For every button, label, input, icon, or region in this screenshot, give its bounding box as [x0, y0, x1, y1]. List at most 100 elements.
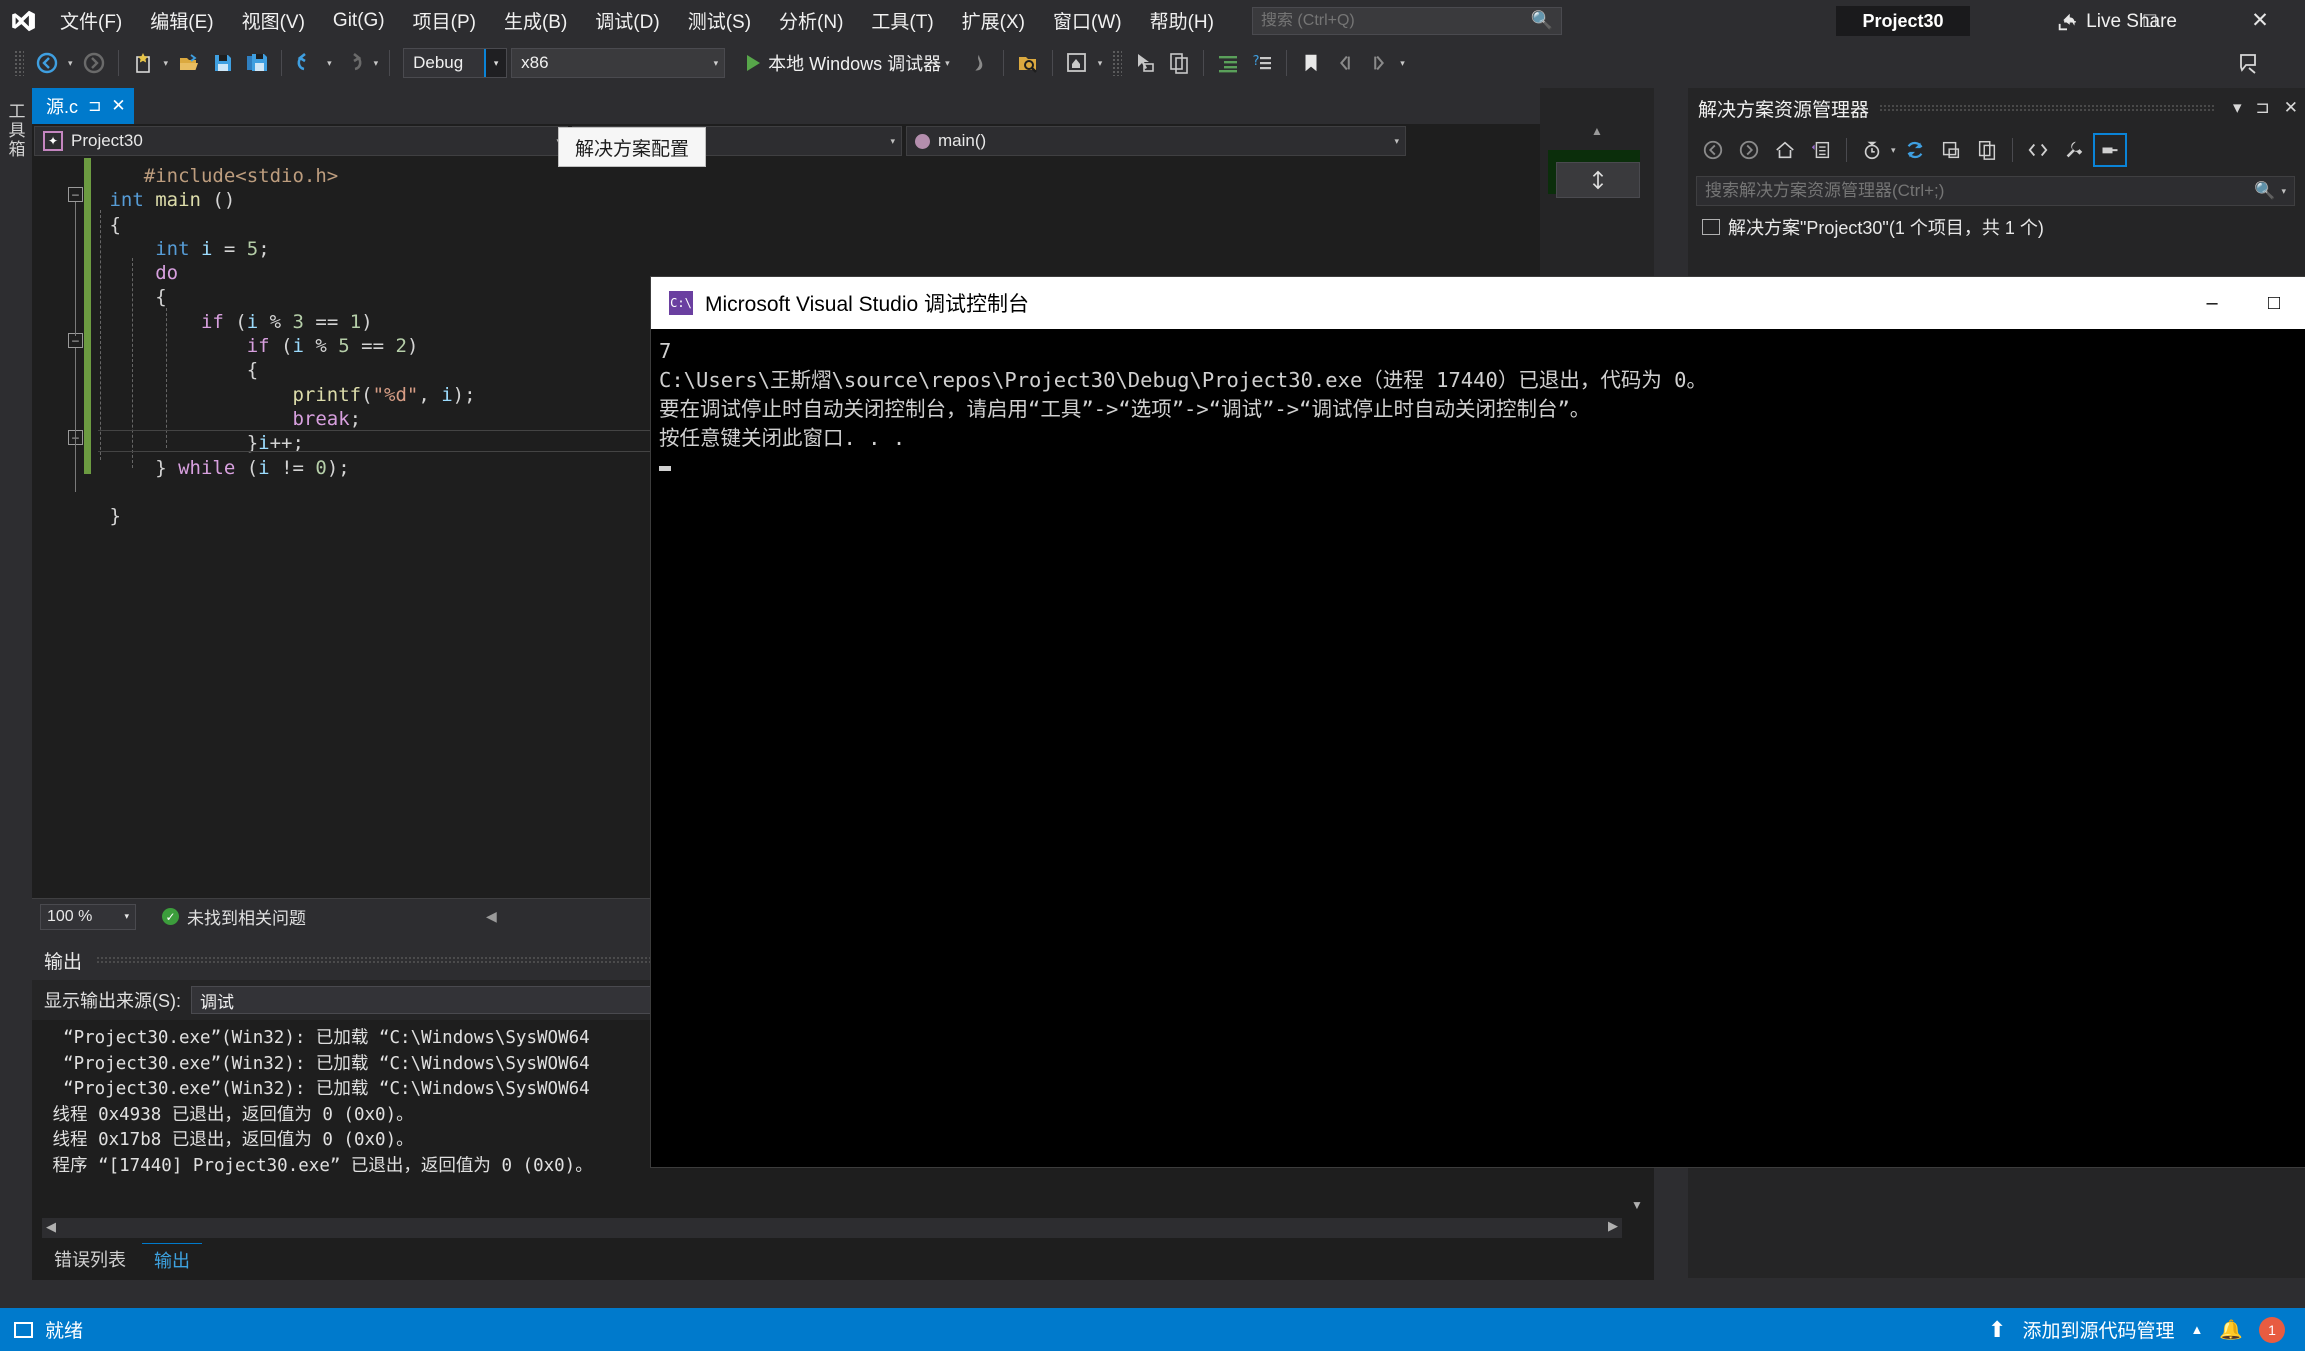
navbar-member-combo[interactable]: main() ▾: [906, 126, 1406, 156]
save-all-icon[interactable]: [240, 46, 274, 80]
toolbox-tab[interactable]: 工具箱: [0, 88, 30, 1238]
navigate-back-icon[interactable]: [30, 46, 64, 80]
comment-icon[interactable]: ?: [1245, 46, 1279, 80]
start-debugging-dropdown[interactable]: ▾: [941, 58, 954, 69]
search-icon[interactable]: 🔍: [2254, 181, 2275, 201]
menu-help[interactable]: 帮助(H): [1136, 0, 1228, 41]
upload-icon[interactable]: ⬆: [1988, 1317, 2006, 1343]
scroll-left-arrow-icon[interactable]: ◀: [42, 1219, 56, 1234]
live-share-button[interactable]: Live Share: [2046, 6, 2187, 38]
output-horizontal-scrollbar[interactable]: ◀ ▶: [42, 1218, 1622, 1238]
chevron-up-icon[interactable]: ▲: [2190, 1322, 2203, 1337]
solution-platform-combo[interactable]: x86 ▾: [511, 48, 726, 78]
tab-error-list[interactable]: 错误列表: [42, 1243, 138, 1275]
solution-explorer-search-input[interactable]: [1705, 181, 2255, 201]
toolbar-grip-2[interactable]: [1112, 50, 1123, 76]
new-file-icon[interactable]: [126, 46, 160, 80]
editor-gutter[interactable]: [32, 158, 84, 882]
menu-edit[interactable]: 编辑(E): [136, 0, 227, 41]
global-search-box[interactable]: 🔍: [1251, 6, 1562, 35]
tab-source-c[interactable]: 源.c ⊐ ✕: [32, 88, 134, 124]
copy-icon[interactable]: [1162, 46, 1196, 80]
refresh-icon[interactable]: [1898, 133, 1932, 167]
view-code-icon[interactable]: [2021, 133, 2055, 167]
bell-icon[interactable]: 🔔: [2219, 1318, 2243, 1342]
hot-reload-icon[interactable]: [962, 46, 996, 80]
scroll-down-arrow-icon[interactable]: ▼: [1626, 1198, 1648, 1212]
undo-dropdown[interactable]: ▾: [323, 58, 336, 69]
undo-icon[interactable]: [289, 46, 323, 80]
editor-hscroll-left-arrow[interactable]: ◀: [486, 908, 497, 925]
source-control-label[interactable]: 添加到源代码管理: [2022, 1316, 2174, 1343]
solution-icon[interactable]: [1804, 133, 1838, 167]
properties-icon[interactable]: [2057, 133, 2091, 167]
chevron-down-icon[interactable]: ▾: [2226, 98, 2249, 118]
preview-dropdown[interactable]: ▾: [1094, 58, 1107, 69]
bookmark-icon[interactable]: [1294, 46, 1328, 80]
menu-build[interactable]: 生成(B): [490, 0, 581, 41]
split-view-icon[interactable]: [1556, 162, 1640, 198]
save-icon[interactable]: [206, 46, 240, 80]
fold-toggle-main[interactable]: –: [68, 187, 83, 202]
redo-dropdown[interactable]: ▾: [370, 58, 383, 69]
scroll-right-arrow-icon[interactable]: ▶: [1608, 1218, 1622, 1234]
pending-changes-dropdown[interactable]: ▾: [1891, 145, 1896, 156]
menu-tools[interactable]: 工具(T): [857, 0, 947, 41]
solution-explorer-tree-root[interactable]: 解决方案"Project30"(1 个项目，共 1 个): [1688, 206, 2305, 240]
search-folder-icon[interactable]: [1011, 46, 1045, 80]
solution-explorer-search-box[interactable]: 🔍 ▾: [1696, 176, 2295, 206]
back-icon[interactable]: [1696, 133, 1730, 167]
pending-changes-icon[interactable]: [1855, 133, 1889, 167]
navbar-member-dropdown-arrow[interactable]: ▾: [1394, 136, 1399, 147]
select-element-icon[interactable]: [1128, 46, 1162, 80]
navbar-project-combo[interactable]: ✦ Project30 ▾: [34, 126, 568, 156]
preview-selected-items-icon[interactable]: [2092, 133, 2127, 167]
new-file-dropdown[interactable]: ▾: [160, 58, 173, 69]
issue-status[interactable]: ✓ 未找到相关问题: [162, 904, 306, 929]
console-maximize-button[interactable]: □: [2243, 277, 2305, 329]
navbar-scope-dropdown-arrow[interactable]: ▾: [890, 136, 895, 147]
notification-count-badge[interactable]: 1: [2259, 1316, 2285, 1343]
menu-window[interactable]: 窗口(W): [1039, 0, 1136, 41]
toolbar-overflow-button[interactable]: ▾: [1396, 58, 1409, 69]
show-all-files-icon[interactable]: [1970, 133, 2004, 167]
start-debugging-button[interactable]: 本地 Windows 调试器 ▾: [739, 46, 962, 80]
solution-configuration-combo[interactable]: Debug ▾: [403, 48, 508, 78]
feedback-icon[interactable]: [2231, 46, 2265, 80]
navigate-forward-icon[interactable]: [77, 46, 111, 80]
close-icon[interactable]: ✕: [2277, 98, 2305, 118]
redo-icon[interactable]: [336, 46, 370, 80]
console-minimize-button[interactable]: –: [2181, 277, 2243, 329]
forward-icon[interactable]: [1732, 133, 1766, 167]
pin-icon[interactable]: ⊐: [2249, 98, 2277, 118]
menu-analyze[interactable]: 分析(N): [765, 0, 857, 41]
navigate-back-dropdown[interactable]: ▾: [64, 58, 77, 69]
scroll-up-arrow-icon[interactable]: ▲: [1540, 124, 1654, 144]
menu-extensions[interactable]: 扩展(X): [948, 0, 1039, 41]
window-close-button[interactable]: ✕: [2215, 0, 2305, 41]
open-folder-icon[interactable]: [172, 46, 206, 80]
tab-output[interactable]: 输出: [142, 1243, 202, 1275]
menu-test[interactable]: 测试(S): [674, 0, 765, 41]
menu-view[interactable]: 视图(V): [228, 0, 319, 41]
menu-debug[interactable]: 调试(D): [581, 0, 673, 41]
close-icon[interactable]: ✕: [111, 96, 125, 116]
search-options-dropdown[interactable]: ▾: [2275, 186, 2286, 197]
global-search-input[interactable]: [1260, 11, 1531, 30]
debug-console-window[interactable]: C:\ Microsoft Visual Studio 调试控制台 – □ 7 …: [651, 277, 2305, 1167]
solution-configuration-dropdown-arrow[interactable]: ▾: [484, 49, 507, 77]
next-bookmark-icon[interactable]: [1362, 46, 1396, 80]
home-icon[interactable]: [1768, 133, 1802, 167]
collapse-all-icon[interactable]: [1934, 133, 1968, 167]
solution-explorer-grip[interactable]: [1879, 104, 2216, 112]
menu-git[interactable]: Git(G): [319, 0, 399, 41]
indent-icon[interactable]: [1211, 46, 1245, 80]
zoom-dropdown-arrow[interactable]: ▾: [124, 911, 129, 922]
solution-platform-dropdown-arrow[interactable]: ▾: [706, 58, 719, 69]
pin-icon[interactable]: ⊐: [88, 96, 101, 116]
console-output-text[interactable]: 7 C:\Users\王斯熠\source\repos\Project30\De…: [651, 329, 2305, 1167]
preview-window-icon[interactable]: [1060, 46, 1094, 80]
menu-file[interactable]: 文件(F): [46, 0, 136, 41]
console-title-bar[interactable]: C:\ Microsoft Visual Studio 调试控制台 – □: [651, 277, 2305, 329]
toolbar-grip[interactable]: [14, 50, 24, 76]
